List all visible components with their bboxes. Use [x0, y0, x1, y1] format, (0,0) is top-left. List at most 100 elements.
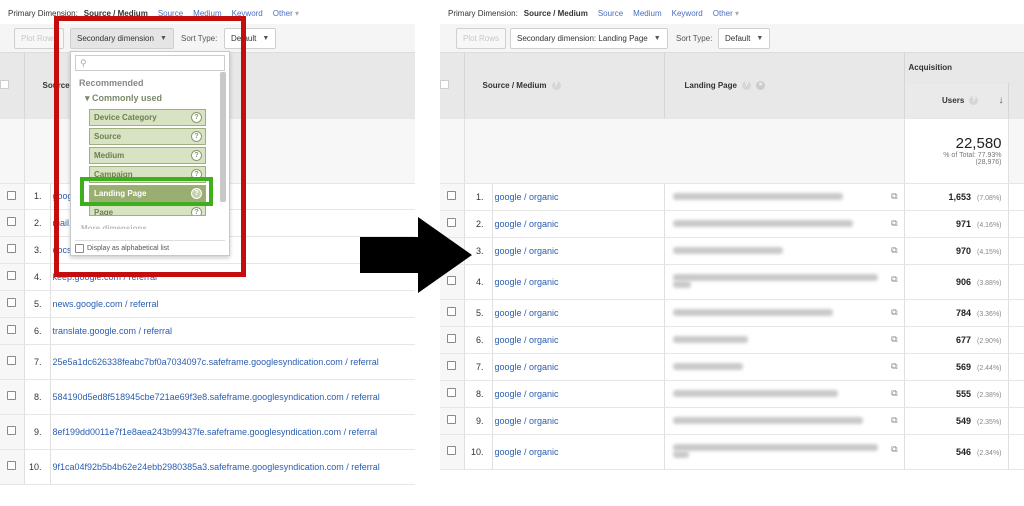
- help-icon[interactable]: ?: [191, 169, 202, 180]
- primary-dimension-source[interactable]: Source: [158, 9, 183, 18]
- help-icon[interactable]: ?: [191, 112, 202, 123]
- alphabetical-list-checkbox[interactable]: [75, 244, 84, 253]
- row-checkbox[interactable]: [447, 415, 457, 424]
- table-row: 4. google / organic ⧉ 906 (3.88%): [440, 264, 1024, 300]
- source-medium-link[interactable]: google / organic: [492, 407, 665, 435]
- users-total-cell: 22,580 % of Total: 77.93% (28,976): [904, 118, 1009, 184]
- row-checkbox[interactable]: [447, 446, 457, 455]
- row-checkbox[interactable]: [447, 191, 457, 200]
- secondary-dimension-button[interactable]: Secondary dimension: Landing Page ▼: [510, 28, 668, 49]
- open-in-new-window-icon[interactable]: ⧉: [891, 444, 897, 455]
- row-checkbox[interactable]: [7, 190, 17, 200]
- dimension-option-campaign[interactable]: Campaign?: [89, 166, 206, 183]
- primary-dimension-medium[interactable]: Medium: [193, 9, 221, 18]
- sort-type-label: Sort Type:: [181, 34, 218, 43]
- primary-dimension-keyword[interactable]: Keyword: [232, 9, 263, 18]
- users-percent: (4.15%): [977, 248, 1002, 256]
- help-icon[interactable]: ?: [551, 80, 561, 90]
- help-icon[interactable]: ?: [191, 207, 202, 215]
- row-checkbox[interactable]: [447, 388, 457, 397]
- primary-dimension-bar: Primary Dimension: Source / Medium Sourc…: [8, 6, 299, 20]
- open-in-new-window-icon[interactable]: ⧉: [891, 245, 897, 256]
- commonly-used-group[interactable]: ▾ Commonly used: [85, 93, 162, 104]
- landing-page-cell: ⧉: [664, 326, 905, 354]
- open-in-new-window-icon[interactable]: ⧉: [891, 361, 897, 372]
- alphabetical-list-option[interactable]: Display as alphabetical list: [75, 240, 225, 253]
- arrow-right-icon: [360, 217, 472, 293]
- dimension-option-source[interactable]: Source?: [89, 128, 206, 145]
- users-header[interactable]: Users? ↓: [904, 82, 1009, 119]
- row-checkbox-cell: [0, 449, 25, 485]
- row-number: 10.: [464, 434, 493, 470]
- help-icon[interactable]: ?: [969, 95, 979, 105]
- source-medium-link[interactable]: translate.google.com / referral: [50, 317, 415, 345]
- help-icon[interactable]: ?: [191, 188, 202, 199]
- sort-type-select[interactable]: Default ▼: [718, 28, 771, 49]
- primary-dimension-source[interactable]: Source: [598, 9, 623, 18]
- open-in-new-window-icon[interactable]: ⧉: [891, 334, 897, 345]
- sort-descending-arrow-icon[interactable]: ↓: [999, 95, 1004, 106]
- source-medium-link[interactable]: 8ef199dd0011e7f1e8aea243b99437fe.safefra…: [50, 414, 415, 450]
- help-icon[interactable]: ?: [191, 150, 202, 161]
- primary-dimension-other[interactable]: Other: [273, 9, 299, 18]
- row-checkbox[interactable]: [7, 426, 17, 435]
- row-checkbox[interactable]: [447, 334, 457, 343]
- source-medium-link[interactable]: 584190d5ed8f518945cbe721ae69f3e8.safefra…: [50, 379, 415, 415]
- open-in-new-window-icon[interactable]: ⧉: [891, 388, 897, 399]
- row-checkbox[interactable]: [7, 217, 17, 226]
- dimension-option-page[interactable]: Page?: [89, 204, 206, 216]
- source-medium-link[interactable]: 25e5a1dc626338feabc7bf0a7034097c.safefra…: [50, 344, 415, 380]
- source-medium-link[interactable]: google / organic: [492, 326, 665, 354]
- row-checkbox[interactable]: [7, 356, 17, 365]
- source-medium-link[interactable]: google / organic: [492, 434, 665, 470]
- source-medium-link[interactable]: google / organic: [492, 380, 665, 408]
- open-in-new-window-icon[interactable]: ⧉: [891, 307, 897, 318]
- row-spacer: [1008, 264, 1024, 300]
- row-spacer: [1008, 237, 1024, 265]
- source-medium-link[interactable]: google / organic: [492, 299, 665, 327]
- plot-rows-button[interactable]: Plot Rows: [14, 28, 65, 49]
- row-checkbox[interactable]: [7, 391, 17, 400]
- row-checkbox[interactable]: [447, 307, 457, 316]
- remove-dimension-icon[interactable]: ×: [755, 80, 765, 90]
- help-icon[interactable]: ?: [741, 80, 751, 90]
- dimension-option-medium[interactable]: Medium?: [89, 147, 206, 164]
- open-in-new-window-icon[interactable]: ⧉: [891, 191, 897, 202]
- row-checkbox[interactable]: [7, 271, 17, 280]
- source-medium-link[interactable]: google / organic: [492, 264, 665, 300]
- dropdown-scrollbar[interactable]: [220, 72, 226, 202]
- plot-rows-button[interactable]: Plot Rows: [456, 28, 507, 49]
- row-checkbox[interactable]: [447, 361, 457, 370]
- source-medium-link[interactable]: google / organic: [492, 353, 665, 381]
- row-checkbox-cell: [0, 209, 25, 237]
- row-checkbox[interactable]: [7, 325, 17, 334]
- primary-dimension-medium[interactable]: Medium: [633, 9, 661, 18]
- sort-type-select[interactable]: Default ▼: [224, 28, 277, 49]
- select-all-checkbox[interactable]: [0, 79, 9, 89]
- source-medium-header[interactable]: Source / Medium?: [464, 53, 665, 119]
- source-medium-link[interactable]: 9f1ca04f92b5b4b62e24ebb2980385a3.safefra…: [50, 449, 415, 485]
- select-all-checkbox[interactable]: [440, 79, 449, 89]
- source-medium-link[interactable]: google / organic: [492, 183, 665, 211]
- dimension-search-input[interactable]: ⚲: [75, 55, 225, 71]
- help-icon[interactable]: ?: [191, 131, 202, 142]
- open-in-new-window-icon[interactable]: ⧉: [891, 274, 897, 285]
- source-medium-link[interactable]: google / organic: [492, 237, 665, 265]
- row-checkbox[interactable]: [7, 298, 17, 307]
- row-spacer: [1008, 407, 1024, 435]
- dimension-option-landing-page[interactable]: Landing Page?: [89, 185, 206, 202]
- row-checkbox[interactable]: [7, 461, 17, 470]
- row-number: 3.: [24, 236, 51, 264]
- landing-page-header[interactable]: Landing Page? ×: [664, 53, 905, 119]
- source-medium-link[interactable]: news.google.com / referral: [50, 290, 415, 318]
- dimension-option-device-category[interactable]: Device Category?: [89, 109, 206, 126]
- primary-dimension-other[interactable]: Other: [713, 9, 739, 18]
- table-row: 7. 25e5a1dc626338feabc7bf0a7034097c.safef…: [0, 344, 415, 380]
- primary-dimension-keyword[interactable]: Keyword: [672, 9, 703, 18]
- row-checkbox[interactable]: [7, 244, 17, 253]
- secondary-dimension-button[interactable]: Secondary dimension ▼: [70, 28, 174, 49]
- source-medium-link[interactable]: google / organic: [492, 210, 665, 238]
- open-in-new-window-icon[interactable]: ⧉: [891, 218, 897, 229]
- users-percent: (7.08%): [977, 194, 1002, 202]
- open-in-new-window-icon[interactable]: ⧉: [891, 415, 897, 426]
